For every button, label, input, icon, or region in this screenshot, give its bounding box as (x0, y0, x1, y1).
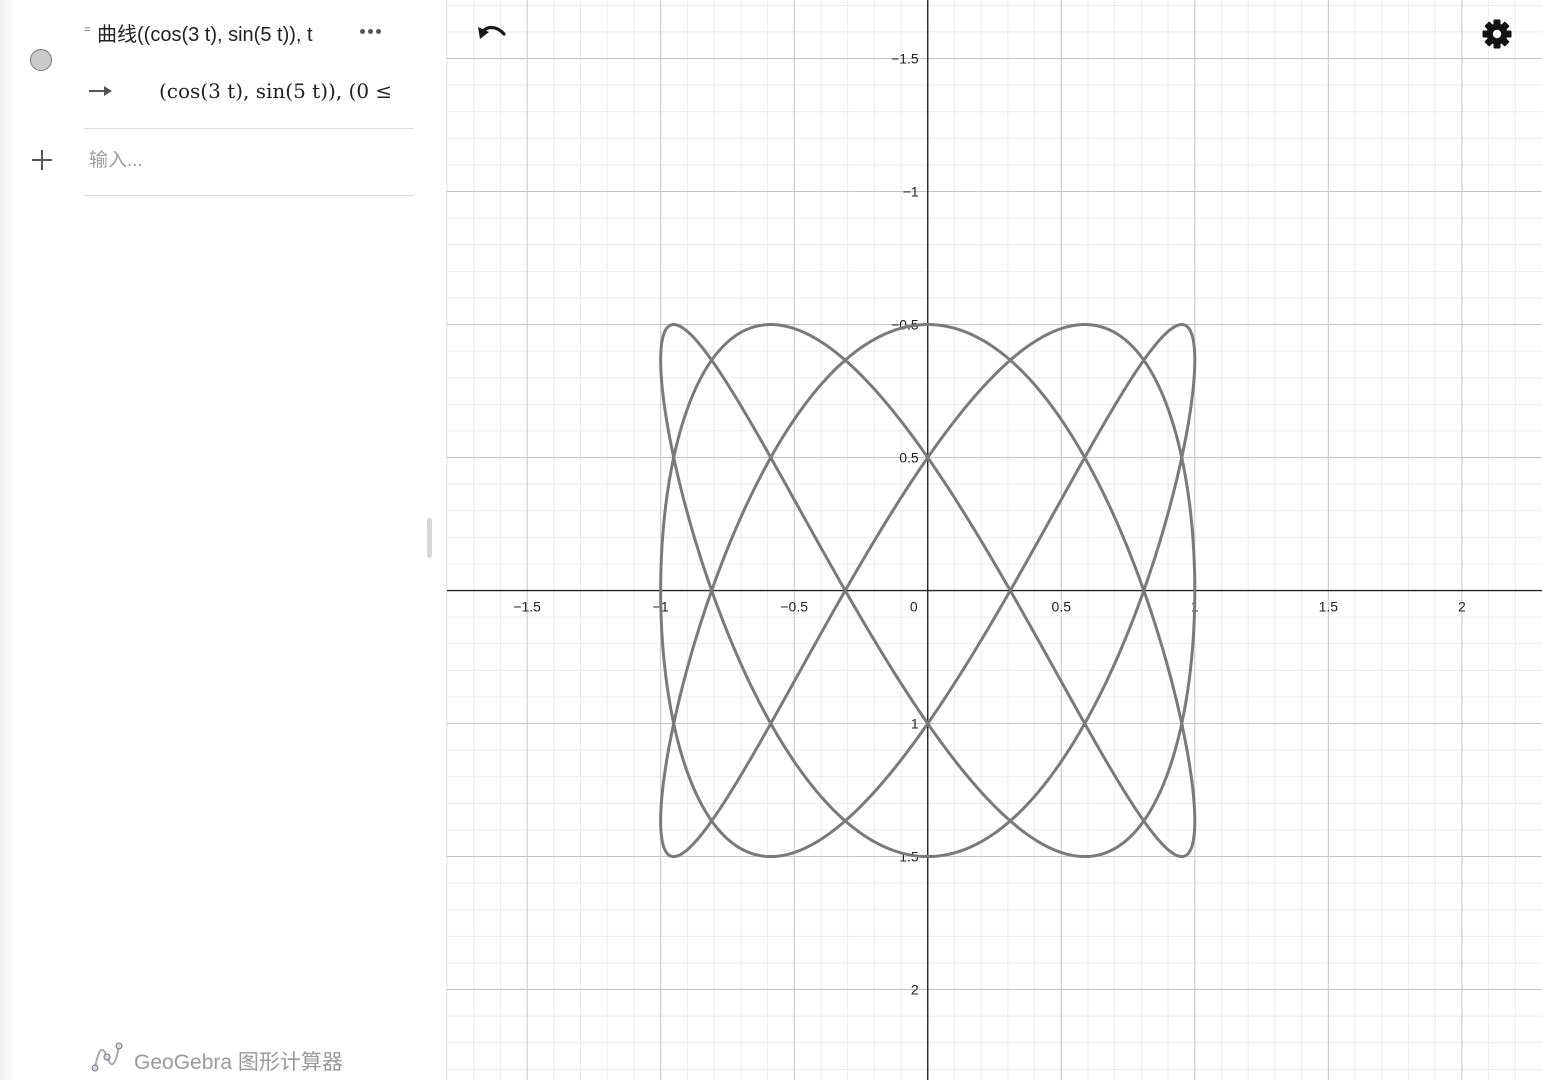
add-item-button[interactable] (28, 146, 56, 174)
panel-resize-handle[interactable] (427, 518, 432, 558)
dot-icon (368, 29, 373, 34)
x-tick-label: −0.5 (780, 599, 808, 615)
y-tick-label: 1 (911, 716, 919, 732)
x-tick-label: 1.5 (1319, 599, 1339, 615)
curve-definition[interactable]: 曲线((cos(3 t), sin(5 t)), t (97, 18, 337, 47)
x-tick-label: 2 (1458, 599, 1466, 615)
coordinate-plane[interactable]: −1.5 −1 −0.5 0 0.5 1 1.5 221.510.5−0.5−1−1.5 (447, 0, 1542, 1080)
more-options-button[interactable] (357, 14, 389, 46)
dot-icon (376, 29, 381, 34)
x-tick-label: −1.5 (513, 599, 541, 615)
divider (84, 128, 414, 129)
geogebra-logo-icon (91, 1042, 123, 1072)
major-grid (447, 0, 1542, 1080)
visibility-toggle[interactable] (30, 49, 52, 71)
x-tick-label: 0.5 (1052, 599, 1072, 615)
curve-value: (cos(3 t), sin(5 t)), (0 ≤ (159, 79, 393, 103)
algebra-input[interactable] (89, 146, 409, 176)
algebra-view: = 曲线((cos(3 t), sin(5 t)), t (cos(3 t), … (0, 0, 447, 1080)
minor-grid (447, 0, 1542, 1080)
graphics-view[interactable]: −1.5 −1 −0.5 0 0.5 1 1.5 2 2 1.5 1 0.5 −0.5 −1 −1.5 (447, 0, 1542, 1080)
definition-marker: = (84, 24, 91, 36)
axes (447, 0, 1542, 1080)
x-tick-label: 0 (910, 599, 918, 615)
y-tick-label: 2 (911, 982, 919, 998)
algebra-item-curve[interactable]: = 曲线((cos(3 t), sin(5 t)), t (cos(3 t), … (0, 0, 447, 128)
arrow-right-icon (89, 86, 112, 96)
dot-icon (360, 29, 365, 34)
gear-icon[interactable] (1478, 15, 1516, 53)
y-tick-label: −1.5 (891, 51, 919, 67)
app-name: GeoGebra 图形计算器 (134, 1051, 343, 1074)
y-tick-label: 0.5 (899, 450, 919, 466)
undo-icon[interactable] (475, 16, 511, 52)
divider (84, 195, 414, 196)
y-tick-label: −1 (903, 184, 919, 200)
tick-labels: −1.5 −1 −0.5 0 0.5 1 1.5 221.510.5−0.5−1−1.5 (513, 51, 1466, 998)
panel-edge-shadow (0, 0, 14, 1080)
